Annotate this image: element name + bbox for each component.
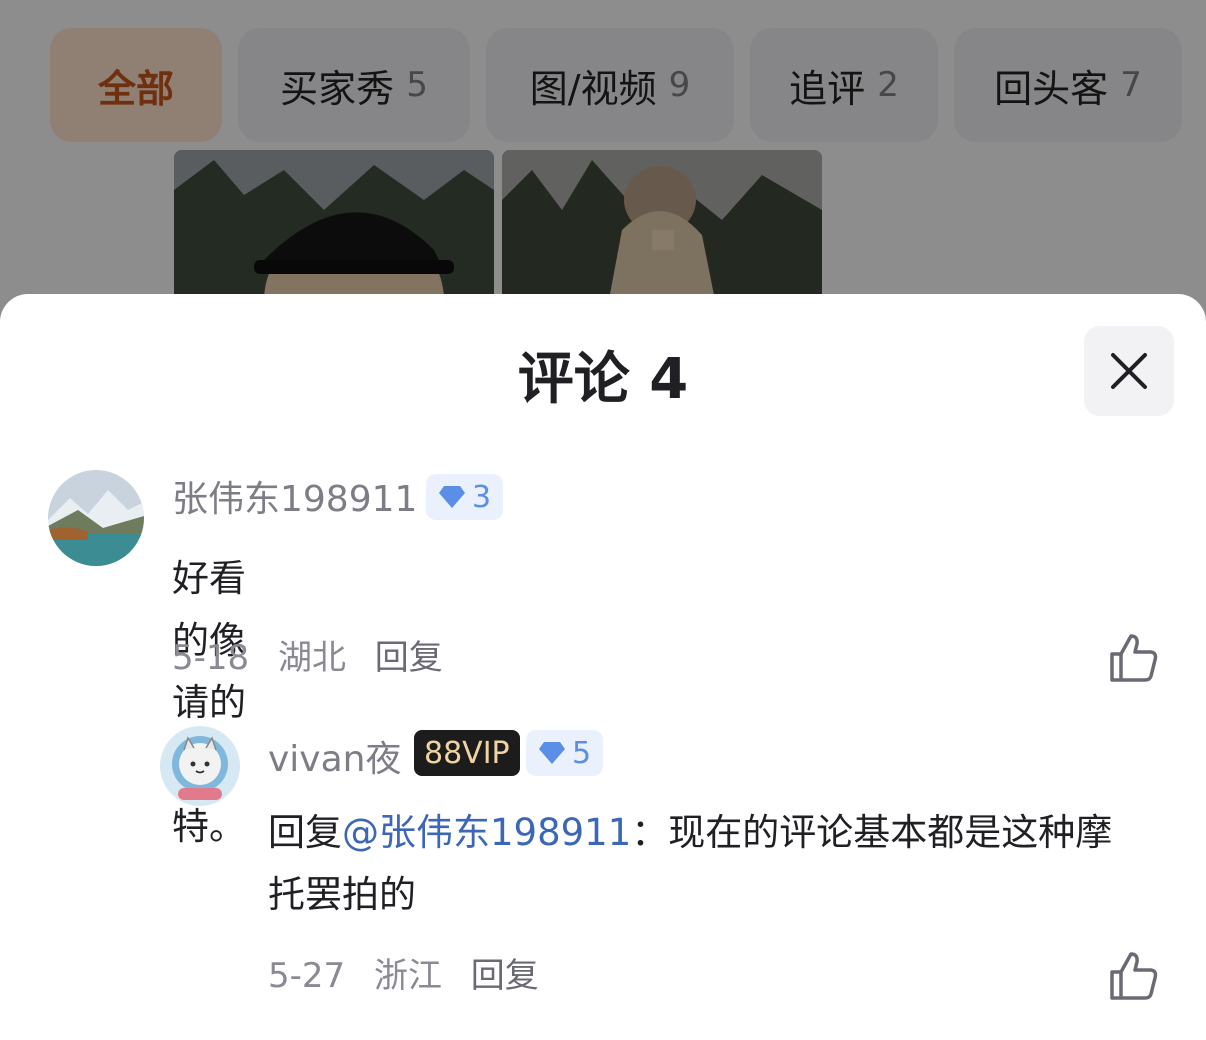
- sheet-title: 评论 4: [517, 347, 689, 412]
- comment-date: 5-18: [172, 638, 250, 678]
- close-button[interactable]: [1084, 326, 1174, 416]
- thumbs-up-icon[interactable]: [1108, 632, 1160, 684]
- comment-date: 5-27: [268, 956, 346, 996]
- comment-location: 湖北: [277, 638, 346, 678]
- thumbs-up-icon[interactable]: [1108, 950, 1160, 1002]
- diamond-icon: [439, 486, 465, 508]
- reply-button[interactable]: 回复: [471, 956, 539, 996]
- level-value: 3: [472, 479, 492, 515]
- reply-separator: ：: [631, 811, 669, 854]
- close-icon: [1111, 353, 1147, 389]
- comment-text: 好看的像请的模特。: [172, 557, 246, 848]
- avatar[interactable]: [48, 470, 144, 566]
- avatar[interactable]: [160, 726, 240, 806]
- comment-sheet: 评论 4 张伟东198911 3 好看的像请的模特。 5-18 湖北: [0, 294, 1206, 1040]
- level-badge: 3: [426, 474, 504, 520]
- comment-meta: 5-27 浙江 回复: [268, 948, 557, 997]
- reply-text: 回复@张伟东198911：现在的评论基本都是这种摩托罢拍的: [268, 802, 1128, 926]
- vip-badge: 88VIP: [414, 730, 520, 776]
- mention-link[interactable]: @张伟东198911: [342, 811, 631, 854]
- username[interactable]: 张伟东198911: [172, 470, 417, 522]
- diamond-icon: [539, 742, 565, 764]
- username[interactable]: vivan夜: [268, 730, 402, 782]
- reply-button[interactable]: 回复: [375, 638, 443, 678]
- comment-meta: 5-18 湖北 回复: [172, 630, 461, 679]
- reply-prefix: 回复: [268, 811, 342, 854]
- level-badge: 5: [526, 730, 604, 776]
- level-value: 5: [572, 735, 592, 771]
- comment-location: 浙江: [373, 956, 442, 996]
